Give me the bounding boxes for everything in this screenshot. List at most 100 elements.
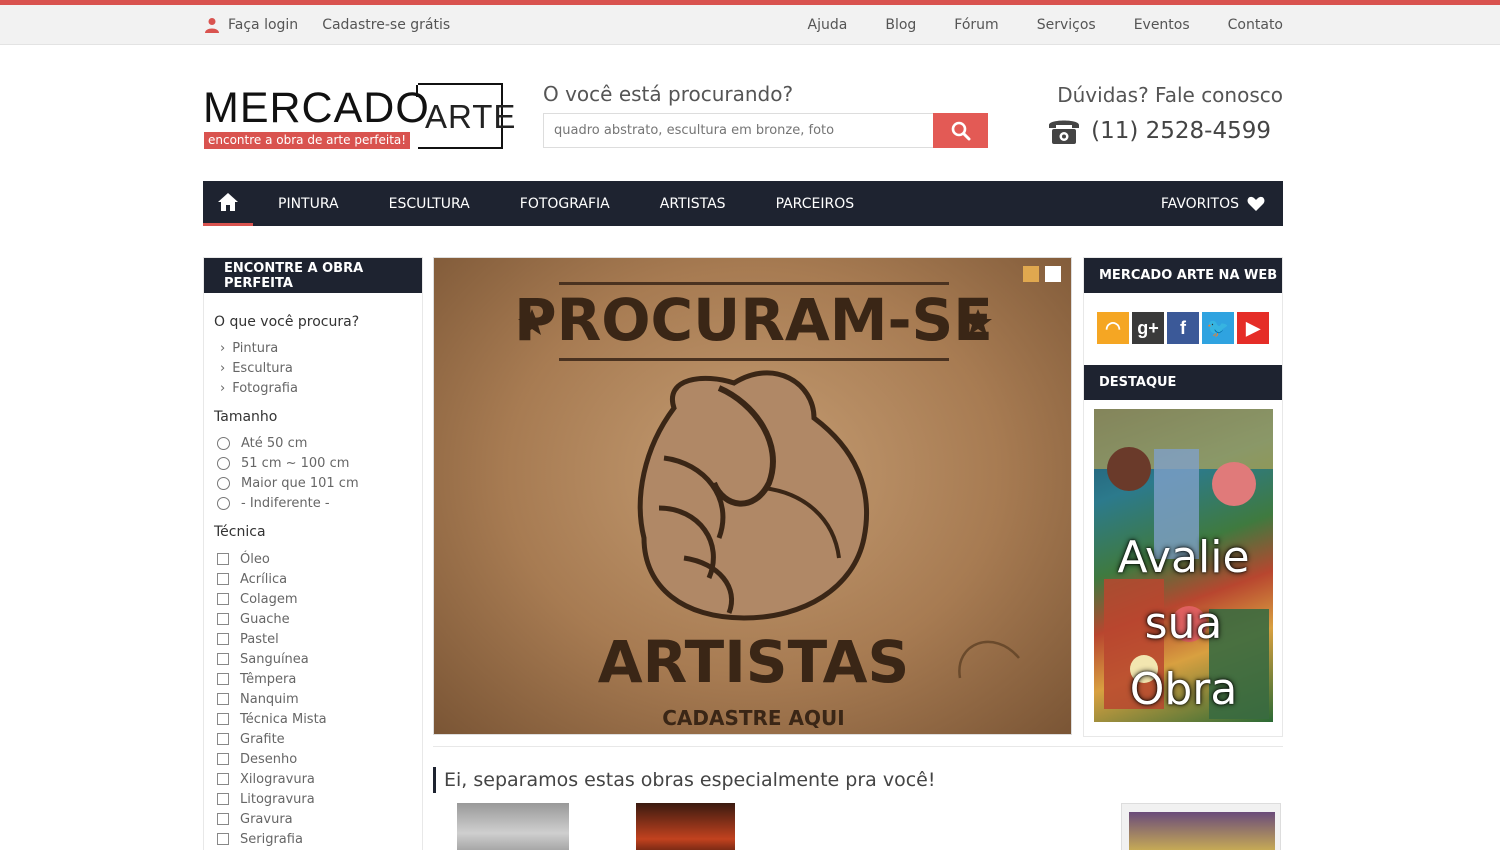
radio-button[interactable] — [217, 476, 230, 490]
search-button[interactable] — [933, 113, 988, 148]
technique-option[interactable]: Pastel — [217, 629, 422, 649]
size-label: 51 cm ~ 100 cm — [241, 455, 350, 471]
logo-word: MERCADO — [203, 84, 430, 132]
site-logo[interactable]: MERCADO ARTE encontre a obra de arte per… — [203, 82, 515, 152]
radio-button[interactable] — [217, 436, 230, 450]
checkbox[interactable] — [217, 593, 229, 605]
hero-banner[interactable]: PROCURAM-SE ARTISTAS CADASTRE AQUI — [433, 257, 1072, 735]
technique-option[interactable]: Gravura — [217, 809, 422, 829]
signup-link[interactable]: Cadastre-se grátis — [322, 17, 450, 33]
nav-artistas[interactable]: ARTISTAS — [660, 196, 726, 212]
technique-option[interactable]: Óleo — [217, 549, 422, 569]
artwork-image — [1129, 812, 1275, 850]
banner-footline: ARTISTAS — [597, 628, 910, 696]
technique-label: Acrílica — [240, 571, 288, 587]
favorites-label: FAVORITOS — [1160, 195, 1239, 212]
top-bar: Faça login Cadastre-se grátis Ajuda Blog… — [0, 5, 1500, 45]
home-icon — [218, 193, 238, 211]
social-links: ◠ g+ f 🐦 ▶ — [1084, 293, 1282, 365]
size-option[interactable]: Maior que 101 cm — [217, 473, 422, 493]
rss-icon[interactable]: ◠ — [1097, 312, 1129, 344]
checkbox[interactable] — [217, 653, 229, 665]
checkbox[interactable] — [217, 813, 229, 825]
technique-title: Técnica — [214, 524, 266, 540]
twitter-icon[interactable]: 🐦 — [1202, 312, 1234, 344]
technique-label: Nanquim — [240, 691, 299, 707]
search-title: O você está procurando? — [543, 82, 794, 106]
radio-button[interactable] — [217, 456, 230, 470]
link-contato[interactable]: Contato — [1228, 17, 1283, 33]
nav-parceiros[interactable]: PARCEIROS — [776, 196, 855, 212]
link-ajuda[interactable]: Ajuda — [808, 17, 848, 33]
google-plus-icon[interactable]: g+ — [1132, 312, 1164, 344]
logo-box-word: ARTE — [425, 98, 517, 135]
technique-label: Colagem — [240, 591, 298, 607]
technique-option[interactable]: Sanguínea — [217, 649, 422, 669]
checkbox[interactable] — [217, 793, 229, 805]
technique-option[interactable]: Têmpera — [217, 669, 422, 689]
checkbox[interactable] — [217, 553, 229, 565]
destaque-title: DESTAQUE — [1084, 365, 1282, 400]
login-link[interactable]: Faça login — [204, 17, 298, 33]
youtube-icon[interactable]: ▶ — [1237, 312, 1269, 344]
section-divider — [433, 746, 1283, 747]
favorites-link[interactable]: FAVORITOS — [1161, 181, 1265, 226]
technique-option[interactable]: Litogravura — [217, 789, 422, 809]
link-eventos[interactable]: Eventos — [1134, 17, 1190, 33]
checkbox[interactable] — [217, 833, 229, 845]
technique-label: Serigrafia — [240, 831, 303, 847]
filter-pintura[interactable]: › Pintura — [220, 338, 422, 358]
nav-escultura[interactable]: ESCULTURA — [389, 196, 470, 212]
checkbox[interactable] — [217, 573, 229, 585]
technique-option[interactable]: Nanquim — [217, 689, 422, 709]
artwork-thumbnail[interactable] — [1121, 803, 1281, 850]
banner-cta: CADASTRE AQUI — [662, 706, 845, 730]
technique-option[interactable]: Guache — [217, 609, 422, 629]
radio-button[interactable] — [217, 496, 230, 510]
sidebar-title: ENCONTRE A OBRA PERFEITA — [204, 258, 422, 293]
technique-label: Desenho — [240, 751, 298, 767]
checkbox[interactable] — [217, 753, 229, 765]
technique-option[interactable]: Grafite — [217, 729, 422, 749]
size-option[interactable]: - Indiferente - — [217, 493, 422, 513]
technique-option[interactable]: Serigrafia — [217, 829, 422, 849]
technique-option[interactable]: Desenho — [217, 749, 422, 769]
link-servicos[interactable]: Serviços — [1037, 17, 1096, 33]
nav-fotografia[interactable]: FOTOGRAFIA — [520, 196, 610, 212]
contact-title: Dúvidas? Fale conosco — [1057, 83, 1283, 107]
checkbox[interactable] — [217, 693, 229, 705]
checkbox[interactable] — [217, 733, 229, 745]
technique-option[interactable]: Técnica Mista — [217, 709, 422, 729]
technique-label: Grafite — [240, 731, 285, 747]
filter-sidebar: ENCONTRE A OBRA PERFEITA O que você proc… — [203, 257, 423, 850]
carousel-dot[interactable] — [1023, 266, 1039, 282]
search-input[interactable] — [543, 113, 934, 148]
filter-pintura-label: Pintura — [232, 340, 279, 356]
filter-fotografia[interactable]: › Fotografia — [220, 378, 422, 398]
technique-label: Pastel — [240, 631, 279, 647]
facebook-icon[interactable]: f — [1167, 312, 1199, 344]
checkbox[interactable] — [217, 613, 229, 625]
checkbox[interactable] — [217, 633, 229, 645]
size-label: Maior que 101 cm — [241, 475, 359, 491]
checkbox[interactable] — [217, 773, 229, 785]
checkbox[interactable] — [217, 673, 229, 685]
technique-option[interactable]: Xilogravura — [217, 769, 422, 789]
checkbox[interactable] — [217, 713, 229, 725]
size-option[interactable]: 51 cm ~ 100 cm — [217, 453, 422, 473]
technique-option[interactable]: Acrílica — [217, 569, 422, 589]
destaque-image[interactable]: Avalie sua Obra — [1094, 409, 1273, 722]
artwork-thumbnail[interactable] — [457, 803, 569, 850]
link-blog[interactable]: Blog — [885, 17, 916, 33]
home-button[interactable] — [203, 181, 253, 226]
link-forum[interactable]: Fórum — [954, 17, 998, 33]
size-option[interactable]: Até 50 cm — [217, 433, 422, 453]
technique-option[interactable]: Colagem — [217, 589, 422, 609]
carousel-dots — [1017, 266, 1061, 282]
carousel-dot[interactable] — [1045, 266, 1061, 282]
nav-pintura[interactable]: PINTURA — [278, 196, 339, 212]
artwork-thumbnail[interactable] — [636, 803, 735, 850]
filter-escultura[interactable]: › Escultura — [220, 358, 422, 378]
filter-escultura-label: Escultura — [232, 360, 293, 376]
size-label: - Indiferente - — [241, 495, 330, 511]
